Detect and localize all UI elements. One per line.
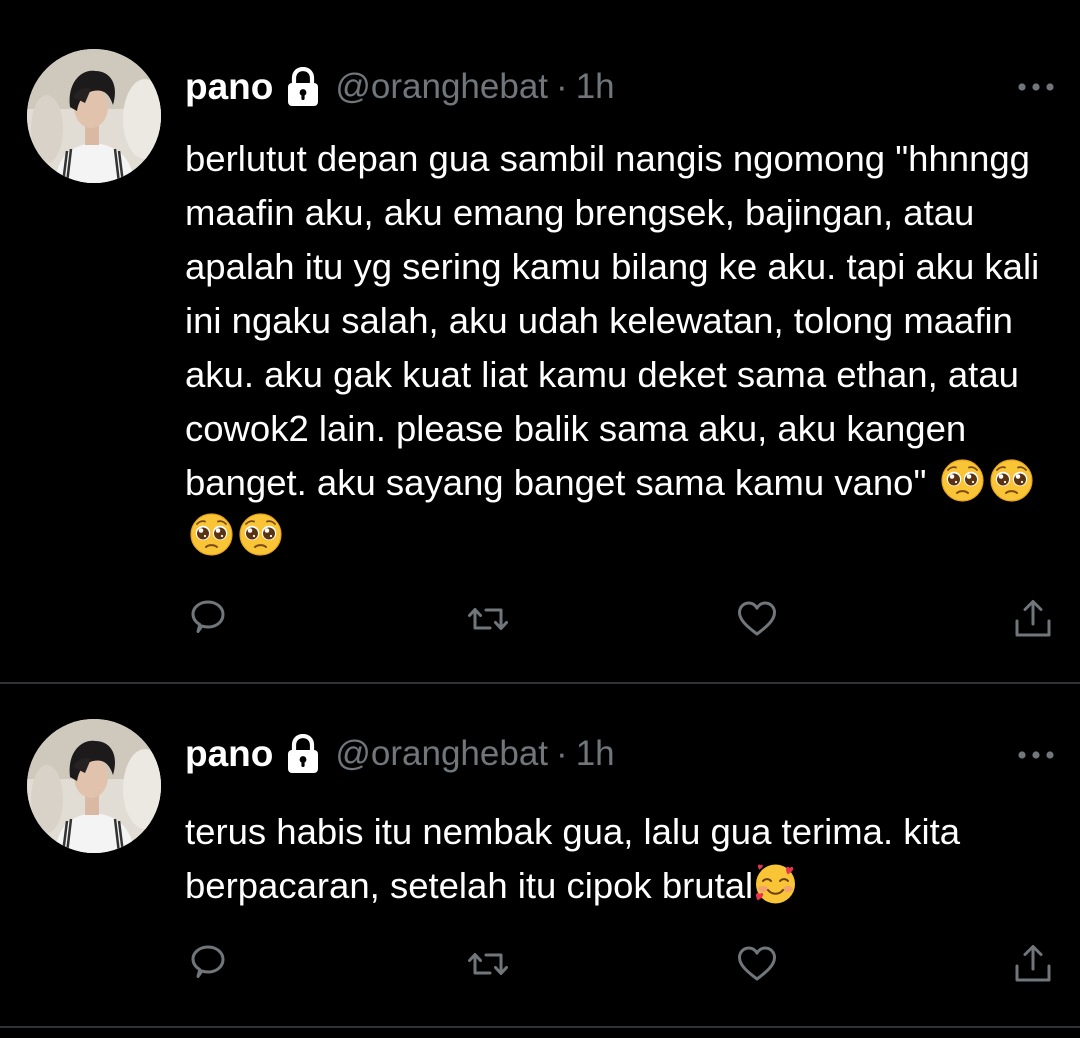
lock-icon [285, 67, 321, 107]
display-name[interactable]: pano [185, 733, 273, 775]
reply-icon[interactable] [183, 939, 233, 989]
display-name[interactable]: pano [185, 66, 273, 108]
tweet-text-content: terus habis itu nembak gua, lalu gua ter… [185, 811, 971, 906]
tweet-header: pano @oranghebat · 1h [185, 62, 615, 112]
tweet-header: pano @oranghebat · 1h [185, 729, 615, 779]
reply-icon[interactable] [183, 594, 233, 644]
tweet[interactable]: pano @oranghebat · 1h berlutut depan gua… [0, 0, 1080, 683]
user-handle[interactable]: @oranghebat [335, 734, 548, 774]
share-icon[interactable] [1008, 939, 1058, 989]
tweet[interactable]: pano @oranghebat · 1h terus habis itu ne… [0, 684, 1080, 1026]
like-icon[interactable] [732, 594, 782, 644]
separator-dot: · [556, 67, 568, 106]
like-icon[interactable] [732, 939, 782, 989]
tweet-divider [0, 1026, 1080, 1028]
retweet-icon[interactable] [463, 939, 513, 989]
timestamp[interactable]: 1h [576, 734, 615, 774]
user-handle[interactable]: @oranghebat [335, 67, 548, 107]
pleading-face-emoji [940, 458, 985, 503]
tweet-text: berlutut depan gua sambil nangis ngomong… [185, 132, 1065, 564]
tweet-text-content: berlutut depan gua sambil nangis ngomong… [185, 138, 1050, 503]
more-options-icon[interactable] [1016, 748, 1056, 762]
pleading-face-emoji [238, 512, 283, 557]
separator-dot: · [556, 734, 568, 773]
pleading-face-emoji [989, 458, 1034, 503]
pleading-face-emoji [189, 512, 234, 557]
smiling-face-with-hearts-emoji [753, 861, 798, 906]
tweet-actions [0, 594, 1080, 644]
tweet-actions [0, 939, 1080, 989]
share-icon[interactable] [1008, 594, 1058, 644]
lock-icon [285, 734, 321, 774]
timestamp[interactable]: 1h [576, 67, 615, 107]
tweet-text: terus habis itu nembak gua, lalu gua ter… [185, 805, 1065, 913]
avatar[interactable] [27, 719, 161, 853]
more-options-icon[interactable] [1016, 80, 1056, 94]
avatar[interactable] [27, 49, 161, 183]
retweet-icon[interactable] [463, 594, 513, 644]
